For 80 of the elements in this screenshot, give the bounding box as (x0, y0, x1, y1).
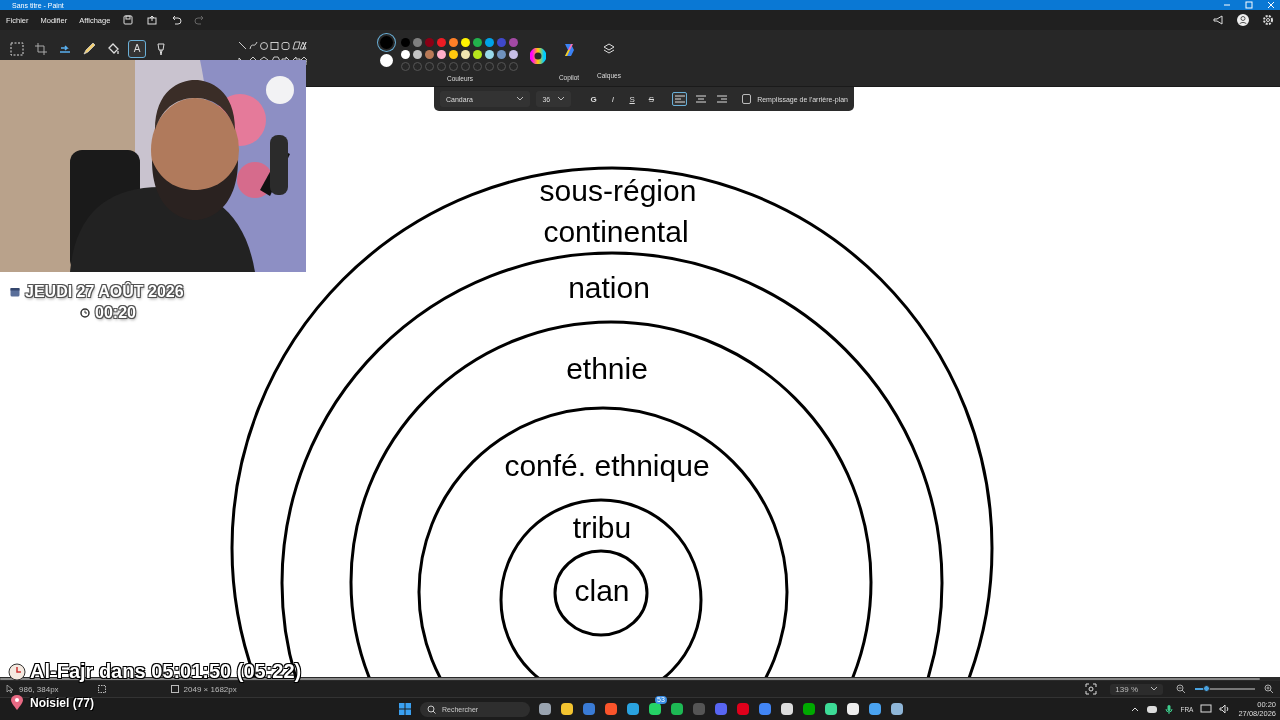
italic-button[interactable]: I (606, 94, 620, 104)
settings-icon[interactable] (1262, 14, 1274, 26)
app-icon[interactable] (824, 702, 838, 716)
zoom-in-icon[interactable] (1264, 684, 1274, 694)
checkbox[interactable] (741, 94, 752, 104)
ring-label: continental (543, 214, 689, 248)
microphone-icon[interactable] (1165, 703, 1174, 715)
color-swatch[interactable] (497, 50, 506, 59)
current-color-swatch[interactable] (379, 36, 393, 49)
color-swatch[interactable] (413, 50, 422, 59)
time-text: 00:20 (95, 304, 136, 322)
color-swatch[interactable] (401, 38, 410, 47)
selection-icon (97, 685, 106, 693)
color-swatch[interactable] (449, 50, 458, 59)
color-swatch[interactable] (497, 38, 506, 47)
calendar-icon (10, 287, 20, 297)
date-text: JEUDI 27 AOÛT 2026 (25, 283, 184, 301)
bold-button[interactable]: G (587, 94, 601, 104)
color-swatch[interactable] (437, 50, 446, 59)
color-swatch[interactable] (425, 38, 434, 47)
canvas-size: 2049 × 1682px (183, 684, 237, 694)
cursor-icon (6, 685, 14, 693)
caret-icon[interactable] (557, 96, 566, 102)
fit-screen-icon[interactable] (1085, 683, 1098, 695)
avatar-icon[interactable] (1236, 13, 1250, 27)
color-swatch[interactable] (509, 50, 518, 59)
app-icon[interactable] (868, 702, 882, 716)
ring-label: confé. ethnique (504, 448, 710, 482)
ring-label: tribu (572, 510, 632, 544)
save-icon[interactable] (122, 14, 135, 26)
app-icon[interactable] (670, 702, 684, 716)
app-icon[interactable] (560, 702, 574, 716)
color-wheel-icon[interactable] (530, 48, 546, 64)
color-swatch[interactable] (437, 38, 446, 47)
search-icon[interactable] (427, 704, 436, 714)
underline-button[interactable]: S (625, 94, 639, 104)
scrollbar[interactable] (0, 678, 1260, 680)
color-swatch[interactable] (509, 38, 518, 47)
controller-icon[interactable] (1146, 704, 1159, 714)
app-icon[interactable] (648, 702, 662, 716)
ring-label: clan (574, 573, 630, 607)
layers-icon[interactable] (602, 42, 616, 56)
color-swatch[interactable] (473, 50, 482, 59)
location-pin-icon (10, 695, 24, 711)
close-icon[interactable] (1266, 1, 1276, 9)
cursor-position: 986, 384px (19, 684, 59, 694)
color-swatch[interactable] (461, 38, 470, 47)
app-icon[interactable] (538, 702, 552, 716)
color-swatch[interactable] (473, 38, 482, 47)
app-icon[interactable] (780, 702, 794, 716)
app-icon[interactable] (846, 702, 860, 716)
ring-label: ethnie (566, 351, 648, 385)
caret-icon[interactable] (516, 96, 525, 102)
color-swatch[interactable] (461, 50, 470, 59)
zoom-out-icon[interactable] (1176, 684, 1186, 694)
zoom-dropdown[interactable]: 139 % (1110, 683, 1163, 695)
location-text: Noisiel (77) (30, 696, 95, 710)
clock-icon (80, 308, 90, 318)
color-swatch[interactable] (425, 50, 434, 59)
color-swatch[interactable] (413, 38, 422, 47)
color-swatch[interactable] (449, 38, 458, 47)
color-swatch[interactable] (485, 38, 494, 47)
app-icon[interactable] (626, 702, 640, 716)
canvas-size-icon (170, 685, 179, 693)
restore-icon[interactable] (1244, 1, 1254, 9)
monitor-icon[interactable] (1200, 704, 1213, 714)
color-swatch[interactable] (485, 50, 494, 59)
ring-label: sous-région (539, 173, 697, 207)
chevron-up-icon[interactable] (1131, 706, 1140, 712)
share-icon[interactable] (146, 14, 159, 26)
windows-logo-icon[interactable] (398, 702, 412, 716)
current-color-swatch[interactable] (379, 54, 393, 67)
app-icon[interactable] (890, 702, 904, 716)
color-swatch[interactable] (401, 50, 410, 59)
text-tool-button[interactable]: A (128, 40, 146, 58)
strike-button[interactable]: S (644, 94, 658, 104)
undo-icon[interactable] (170, 14, 183, 26)
megaphone-icon[interactable] (1212, 14, 1224, 26)
ring-label: nation (568, 270, 650, 304)
caret-icon[interactable] (1150, 686, 1158, 692)
